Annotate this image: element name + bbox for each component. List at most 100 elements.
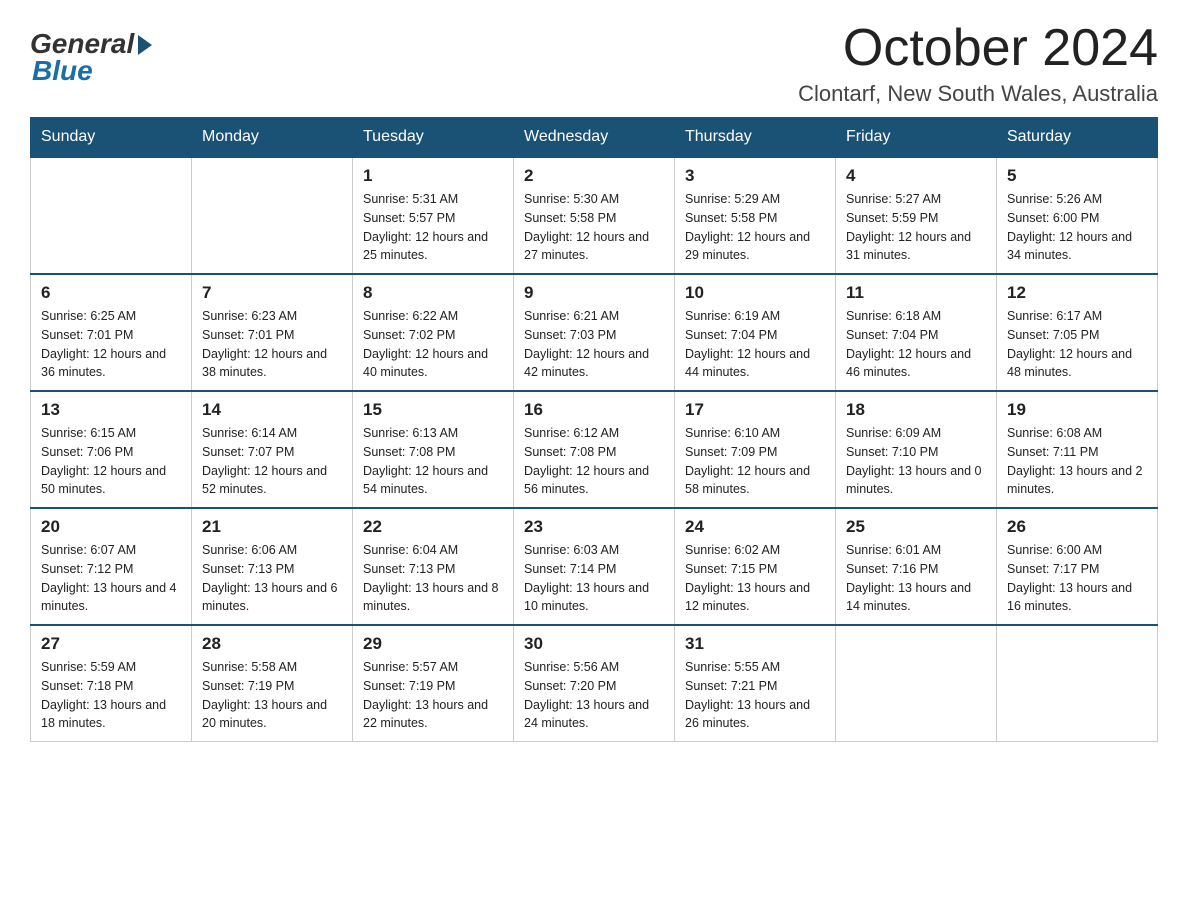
weekday-header-sunday: Sunday	[31, 118, 192, 158]
day-info: Sunrise: 5:31 AMSunset: 5:57 PMDaylight:…	[363, 190, 503, 265]
calendar-cell	[31, 157, 192, 274]
day-info: Sunrise: 6:07 AMSunset: 7:12 PMDaylight:…	[41, 541, 181, 616]
day-info: Sunrise: 6:10 AMSunset: 7:09 PMDaylight:…	[685, 424, 825, 499]
day-number: 10	[685, 283, 825, 303]
day-number: 23	[524, 517, 664, 537]
day-number: 5	[1007, 166, 1147, 186]
calendar-header-row: SundayMondayTuesdayWednesdayThursdayFrid…	[31, 118, 1158, 158]
calendar-cell: 14 Sunrise: 6:14 AMSunset: 7:07 PMDayligh…	[192, 391, 353, 508]
day-number: 4	[846, 166, 986, 186]
calendar-cell: 23 Sunrise: 6:03 AMSunset: 7:14 PMDayligh…	[514, 508, 675, 625]
day-info: Sunrise: 6:01 AMSunset: 7:16 PMDaylight:…	[846, 541, 986, 616]
day-info: Sunrise: 5:56 AMSunset: 7:20 PMDaylight:…	[524, 658, 664, 733]
calendar-cell: 3Sunrise: 5:29 AMSunset: 5:58 PMDaylight…	[675, 157, 836, 274]
weekday-header-saturday: Saturday	[997, 118, 1158, 158]
calendar-cell: 28 Sunrise: 5:58 AMSunset: 7:19 PMDayligh…	[192, 625, 353, 742]
day-number: 25	[846, 517, 986, 537]
calendar-cell: 16Sunrise: 6:12 AMSunset: 7:08 PMDayligh…	[514, 391, 675, 508]
day-number: 9	[524, 283, 664, 303]
logo: General Blue	[30, 28, 152, 87]
weekday-header-monday: Monday	[192, 118, 353, 158]
day-number: 19	[1007, 400, 1147, 420]
day-info: Sunrise: 6:08 AMSunset: 7:11 PMDaylight:…	[1007, 424, 1147, 499]
day-number: 7	[202, 283, 342, 303]
day-number: 14	[202, 400, 342, 420]
calendar-cell	[997, 625, 1158, 742]
day-info: Sunrise: 6:04 AMSunset: 7:13 PMDaylight:…	[363, 541, 503, 616]
calendar-cell: 7 Sunrise: 6:23 AMSunset: 7:01 PMDaylight…	[192, 274, 353, 391]
calendar-cell	[836, 625, 997, 742]
logo-arrow-icon	[138, 35, 152, 55]
calendar-cell: 31Sunrise: 5:55 AMSunset: 7:21 PMDayligh…	[675, 625, 836, 742]
day-info: Sunrise: 6:21 AMSunset: 7:03 PMDaylight:…	[524, 307, 664, 382]
day-info: Sunrise: 6:02 AMSunset: 7:15 PMDaylight:…	[685, 541, 825, 616]
day-number: 16	[524, 400, 664, 420]
day-number: 28	[202, 634, 342, 654]
calendar-cell: 11 Sunrise: 6:18 AMSunset: 7:04 PMDayligh…	[836, 274, 997, 391]
calendar-cell: 18 Sunrise: 6:09 AMSunset: 7:10 PMDayligh…	[836, 391, 997, 508]
calendar-cell: 17 Sunrise: 6:10 AMSunset: 7:09 PMDayligh…	[675, 391, 836, 508]
calendar-cell: 2 Sunrise: 5:30 AMSunset: 5:58 PMDaylight…	[514, 157, 675, 274]
weekday-header-wednesday: Wednesday	[514, 118, 675, 158]
day-info: Sunrise: 6:22 AMSunset: 7:02 PMDaylight:…	[363, 307, 503, 382]
day-number: 17	[685, 400, 825, 420]
location-text: Clontarf, New South Wales, Australia	[798, 81, 1158, 107]
day-number: 29	[363, 634, 503, 654]
weekday-header-tuesday: Tuesday	[353, 118, 514, 158]
day-number: 20	[41, 517, 181, 537]
day-number: 24	[685, 517, 825, 537]
calendar-cell: 15Sunrise: 6:13 AMSunset: 7:08 PMDayligh…	[353, 391, 514, 508]
day-info: Sunrise: 6:13 AMSunset: 7:08 PMDaylight:…	[363, 424, 503, 499]
day-info: Sunrise: 5:57 AMSunset: 7:19 PMDaylight:…	[363, 658, 503, 733]
calendar-cell: 10 Sunrise: 6:19 AMSunset: 7:04 PMDayligh…	[675, 274, 836, 391]
day-number: 12	[1007, 283, 1147, 303]
day-number: 26	[1007, 517, 1147, 537]
day-info: Sunrise: 6:00 AMSunset: 7:17 PMDaylight:…	[1007, 541, 1147, 616]
day-info: Sunrise: 5:30 AMSunset: 5:58 PMDaylight:…	[524, 190, 664, 265]
calendar-cell: 24 Sunrise: 6:02 AMSunset: 7:15 PMDayligh…	[675, 508, 836, 625]
calendar-cell: 29 Sunrise: 5:57 AMSunset: 7:19 PMDayligh…	[353, 625, 514, 742]
calendar-cell: 12 Sunrise: 6:17 AMSunset: 7:05 PMDayligh…	[997, 274, 1158, 391]
calendar-cell: 8 Sunrise: 6:22 AMSunset: 7:02 PMDaylight…	[353, 274, 514, 391]
calendar-cell: 27Sunrise: 5:59 AMSunset: 7:18 PMDayligh…	[31, 625, 192, 742]
day-info: Sunrise: 5:27 AMSunset: 5:59 PMDaylight:…	[846, 190, 986, 265]
calendar-cell: 4 Sunrise: 5:27 AMSunset: 5:59 PMDaylight…	[836, 157, 997, 274]
calendar-cell: 21Sunrise: 6:06 AMSunset: 7:13 PMDayligh…	[192, 508, 353, 625]
logo-blue-text: Blue	[32, 55, 93, 87]
day-number: 2	[524, 166, 664, 186]
month-title: October 2024	[798, 20, 1158, 77]
day-info: Sunrise: 5:58 AMSunset: 7:19 PMDaylight:…	[202, 658, 342, 733]
calendar-week-row: 6Sunrise: 6:25 AMSunset: 7:01 PMDaylight…	[31, 274, 1158, 391]
day-number: 30	[524, 634, 664, 654]
day-info: Sunrise: 6:14 AMSunset: 7:07 PMDaylight:…	[202, 424, 342, 499]
day-info: Sunrise: 5:59 AMSunset: 7:18 PMDaylight:…	[41, 658, 181, 733]
day-info: Sunrise: 6:09 AMSunset: 7:10 PMDaylight:…	[846, 424, 986, 499]
calendar-cell: 30 Sunrise: 5:56 AMSunset: 7:20 PMDayligh…	[514, 625, 675, 742]
day-info: Sunrise: 6:17 AMSunset: 7:05 PMDaylight:…	[1007, 307, 1147, 382]
day-info: Sunrise: 5:55 AMSunset: 7:21 PMDaylight:…	[685, 658, 825, 733]
calendar-cell: 5Sunrise: 5:26 AMSunset: 6:00 PMDaylight…	[997, 157, 1158, 274]
day-info: Sunrise: 5:29 AMSunset: 5:58 PMDaylight:…	[685, 190, 825, 265]
day-number: 1	[363, 166, 503, 186]
calendar-cell: 26 Sunrise: 6:00 AMSunset: 7:17 PMDayligh…	[997, 508, 1158, 625]
calendar-week-row: 20 Sunrise: 6:07 AMSunset: 7:12 PMDayligh…	[31, 508, 1158, 625]
day-info: Sunrise: 6:23 AMSunset: 7:01 PMDaylight:…	[202, 307, 342, 382]
calendar-cell: 13Sunrise: 6:15 AMSunset: 7:06 PMDayligh…	[31, 391, 192, 508]
day-number: 11	[846, 283, 986, 303]
day-info: Sunrise: 6:18 AMSunset: 7:04 PMDaylight:…	[846, 307, 986, 382]
day-number: 18	[846, 400, 986, 420]
calendar-week-row: 13Sunrise: 6:15 AMSunset: 7:06 PMDayligh…	[31, 391, 1158, 508]
calendar-cell	[192, 157, 353, 274]
day-info: Sunrise: 6:03 AMSunset: 7:14 PMDaylight:…	[524, 541, 664, 616]
weekday-header-thursday: Thursday	[675, 118, 836, 158]
title-section: October 2024 Clontarf, New South Wales, …	[798, 20, 1158, 107]
day-info: Sunrise: 6:19 AMSunset: 7:04 PMDaylight:…	[685, 307, 825, 382]
day-number: 21	[202, 517, 342, 537]
calendar-week-row: 27Sunrise: 5:59 AMSunset: 7:18 PMDayligh…	[31, 625, 1158, 742]
calendar-cell: 1 Sunrise: 5:31 AMSunset: 5:57 PMDaylight…	[353, 157, 514, 274]
day-number: 8	[363, 283, 503, 303]
calendar-cell: 6Sunrise: 6:25 AMSunset: 7:01 PMDaylight…	[31, 274, 192, 391]
calendar-week-row: 1 Sunrise: 5:31 AMSunset: 5:57 PMDaylight…	[31, 157, 1158, 274]
day-number: 13	[41, 400, 181, 420]
page-header: General Blue October 2024 Clontarf, New …	[30, 20, 1158, 107]
